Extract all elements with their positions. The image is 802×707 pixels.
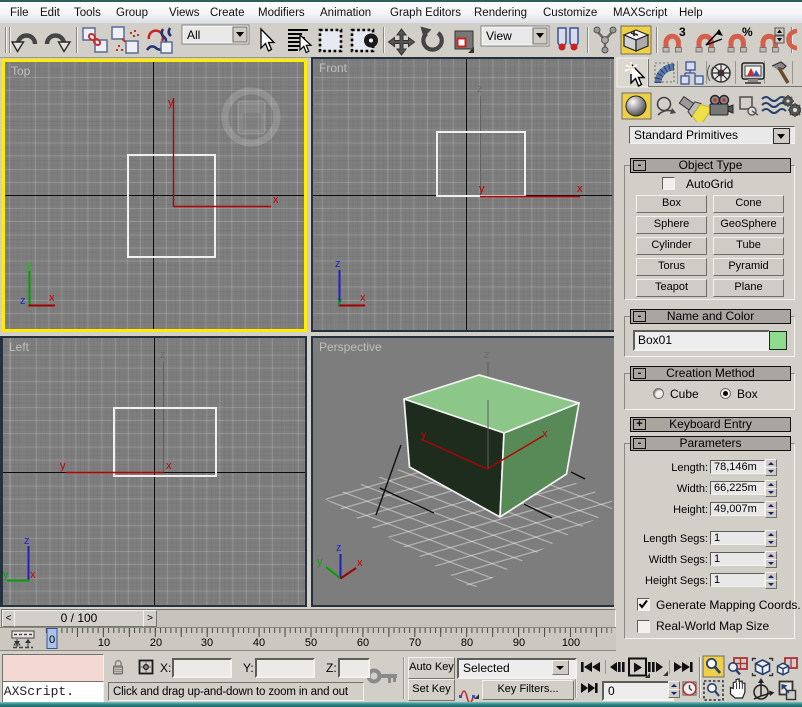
svg-text:x: x xyxy=(166,460,172,472)
svg-text:z: z xyxy=(160,349,166,361)
svg-text:z: z xyxy=(484,349,490,361)
svg-text:y: y xyxy=(3,569,9,581)
svg-text:50: 50 xyxy=(305,637,317,649)
svg-text:30: 30 xyxy=(201,637,213,649)
svg-text:y: y xyxy=(317,556,323,568)
svg-text:x: x xyxy=(577,183,583,195)
svg-text:y: y xyxy=(60,460,66,472)
svg-text:z: z xyxy=(24,535,30,547)
svg-text:0: 0 xyxy=(49,634,55,646)
svg-text:z: z xyxy=(335,258,341,270)
svg-text:10: 10 xyxy=(98,637,110,649)
svg-text:x: x xyxy=(357,557,363,569)
svg-text:All: All xyxy=(187,28,200,42)
svg-text:90: 90 xyxy=(513,637,525,649)
svg-text:60: 60 xyxy=(357,637,369,649)
svg-text:100: 100 xyxy=(562,637,580,649)
svg-text:y: y xyxy=(168,97,174,109)
svg-text:y: y xyxy=(26,260,32,272)
svg-text:x: x xyxy=(360,292,366,304)
svg-text:z: z xyxy=(20,295,26,307)
svg-text:20: 20 xyxy=(150,637,162,649)
svg-text:3: 3 xyxy=(679,25,686,39)
svg-text:View: View xyxy=(486,29,512,43)
svg-text:x: x xyxy=(30,569,36,581)
svg-text:80: 80 xyxy=(461,637,473,649)
svg-text:x: x xyxy=(49,292,55,304)
svg-text:y: y xyxy=(337,295,343,307)
svg-text:z: z xyxy=(336,542,342,554)
svg-text:y: y xyxy=(421,429,427,441)
svg-text:z: z xyxy=(477,83,483,95)
svg-text:y: y xyxy=(479,183,485,195)
svg-text:40: 40 xyxy=(253,637,265,649)
svg-text:x: x xyxy=(273,194,279,206)
svg-text:%: % xyxy=(742,25,753,39)
svg-text:x: x xyxy=(542,428,548,440)
svg-text:70: 70 xyxy=(409,637,421,649)
